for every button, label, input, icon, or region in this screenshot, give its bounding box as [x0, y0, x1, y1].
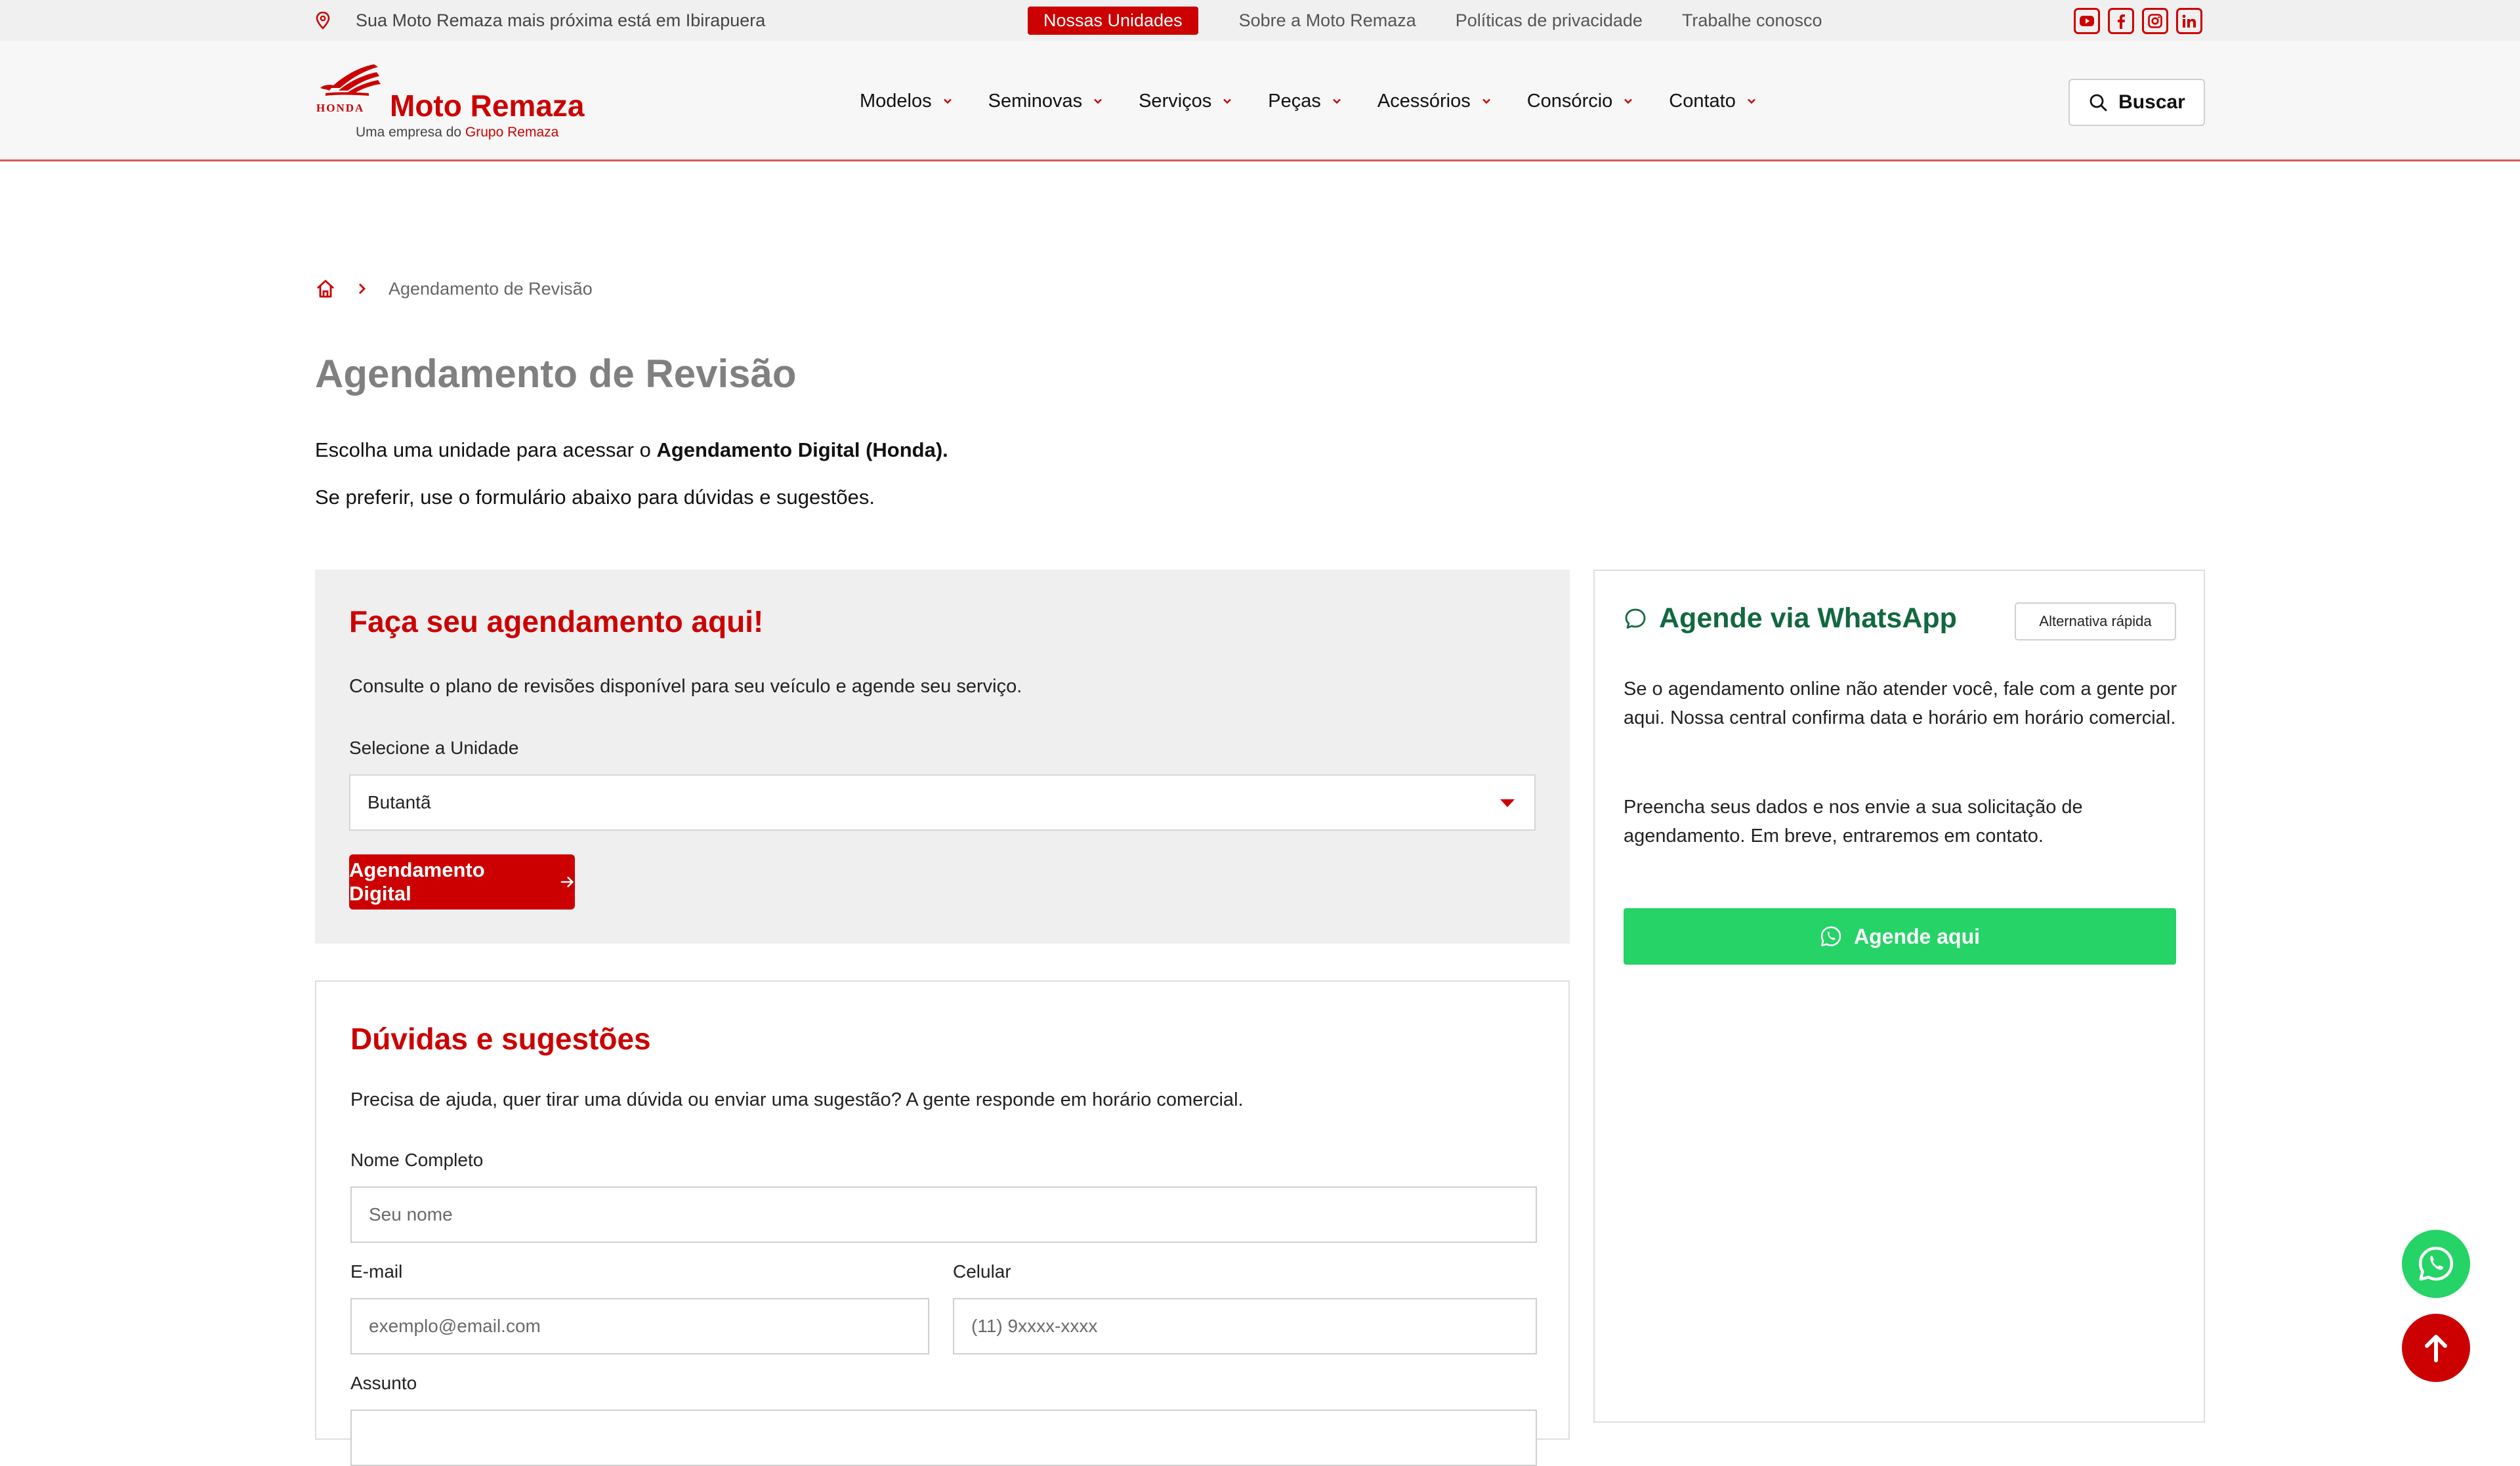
top-link-trabalhe[interactable]: Trabalhe conosco — [1682, 10, 1822, 31]
moto-remaza-logo[interactable]: HONDA Moto Remaza Uma empresa do Grupo R… — [314, 62, 584, 140]
intro-text: Escolha uma unidade para acessar o Agend… — [315, 438, 948, 462]
whatsapp-card-header: Agende via WhatsApp — [1624, 602, 1957, 635]
chevron-down-icon — [1333, 98, 1341, 104]
nav-label: Serviços — [1139, 90, 1212, 112]
email-label: E-mail — [350, 1261, 403, 1282]
page-title: Agendamento de Revisão — [315, 352, 797, 396]
schedule-card: Faça seu agendamento aqui! Consulte o pl… — [315, 570, 1570, 944]
nav-seminovas[interactable]: Seminovas — [988, 91, 1104, 112]
unit-select-label: Selecione a Unidade — [349, 738, 519, 758]
agendamento-digital-label: Agendamento Digital — [349, 858, 485, 905]
facebook-icon[interactable] — [2108, 8, 2134, 34]
social-links — [2074, 8, 2202, 34]
nav-label: Peças — [1268, 90, 1321, 112]
nav-consorcio[interactable]: Consórcio — [1527, 91, 1635, 112]
unit-select[interactable]: Butantã — [349, 774, 1536, 831]
youtube-icon[interactable] — [2074, 8, 2100, 34]
search-icon — [2090, 94, 2107, 112]
location-info: Sua Moto Remaza mais próxima está em Ibi… — [315, 0, 765, 41]
nav-modelos[interactable]: Modelos — [860, 91, 954, 112]
main-nav: Modelos Seminovas Serviços Peças Acessór… — [860, 41, 1792, 161]
nav-acessorios[interactable]: Acessórios — [1377, 91, 1493, 112]
schedule-description: Consulte o plano de revisões disponível … — [349, 676, 1022, 697]
whatsapp-card: Agende via WhatsApp Alternativa rápida S… — [1593, 570, 2205, 1423]
chat-bubble-icon — [1625, 608, 1646, 629]
linkedin-icon[interactable] — [2176, 8, 2202, 34]
chevron-down-icon — [1223, 98, 1232, 104]
top-bar: Sua Moto Remaza mais próxima está em Ibi… — [0, 0, 2520, 41]
contact-description: Precisa de ajuda, quer tirar uma dúvida … — [350, 1089, 1244, 1110]
nav-contato[interactable]: Contato — [1669, 91, 1758, 112]
alternativa-rapida-badge: Alternativa rápida — [2015, 602, 2176, 640]
agendamento-digital-button[interactable]: Agendamento Digital — [349, 854, 575, 910]
arrow-right-icon — [560, 876, 574, 888]
intro-bold: Agendamento Digital (Honda). — [656, 438, 948, 461]
nav-label: Consórcio — [1526, 90, 1613, 112]
whatsapp-paragraph-2: Preencha seus dados e nos envie a sua so… — [1624, 797, 2083, 847]
name-label: Nome Completo — [350, 1150, 484, 1170]
whatsapp-icon — [2418, 1246, 2454, 1281]
search-label: Buscar — [2118, 91, 2185, 113]
contact-title: Dúvidas e sugestões — [350, 1022, 651, 1056]
name-input[interactable] — [350, 1186, 1537, 1243]
chevron-down-icon — [943, 98, 952, 104]
chevron-down-icon — [1624, 98, 1633, 104]
floating-whatsapp-button[interactable] — [2402, 1230, 2470, 1298]
nav-label: Acessórios — [1377, 90, 1471, 112]
nav-servicos[interactable]: Serviços — [1139, 91, 1234, 112]
email-input[interactable] — [350, 1298, 929, 1354]
chevron-right-icon — [359, 283, 366, 294]
back-to-top-button[interactable] — [2402, 1314, 2470, 1382]
contact-form-card: Dúvidas e sugestões Precisa de ajuda, qu… — [315, 980, 1570, 1466]
brand-subtitle-prefix: Uma empresa do — [356, 125, 465, 140]
agende-aqui-label: Agende aqui — [1853, 924, 1980, 948]
whatsapp-card-title: Agende via WhatsApp — [1659, 602, 1957, 634]
subject-label: Assunto — [350, 1373, 417, 1393]
brand-subtitle-highlight: Grupo Remaza — [465, 125, 559, 140]
breadcrumb: Agendamento de Revisão — [315, 276, 593, 302]
top-link-privacidade[interactable]: Políticas de privacidade — [1456, 10, 1643, 31]
arrow-up-icon — [2425, 1335, 2447, 1362]
brand-name: Moto Remaza — [390, 89, 585, 123]
nav-label: Seminovas — [988, 90, 1083, 112]
home-icon[interactable] — [315, 278, 336, 299]
top-links: Nossas Unidades Sobre a Moto Remaza Polí… — [1028, 0, 1862, 41]
agende-aqui-button[interactable]: Agende aqui — [1624, 908, 2176, 965]
top-link-sobre[interactable]: Sobre a Moto Remaza — [1239, 10, 1416, 31]
location-text: Sua Moto Remaza mais próxima está em Ibi… — [356, 10, 766, 30]
honda-wing-logo: HONDA — [316, 64, 381, 114]
honda-wordmark: HONDA — [316, 102, 364, 114]
nav-label: Contato — [1669, 90, 1736, 112]
whatsapp-icon — [1820, 926, 1841, 946]
intro-prefix: Escolha uma unidade para acessar o — [315, 438, 657, 461]
chevron-down-icon — [1482, 98, 1490, 104]
whatsapp-paragraph-1: Se o agendamento online não atender você… — [1624, 679, 2177, 728]
phone-label: Celular — [953, 1261, 1011, 1282]
brand-subtitle: Uma empresa do Grupo Remaza — [356, 125, 558, 140]
nav-pecas[interactable]: Peças — [1268, 91, 1343, 112]
main-header: HONDA Moto Remaza Uma empresa do Grupo R… — [0, 41, 2520, 161]
phone-input[interactable] — [953, 1298, 1537, 1354]
breadcrumb-current: Agendamento de Revisão — [388, 278, 593, 299]
unit-select-value: Butantã — [368, 792, 431, 812]
caret-down-icon — [1500, 799, 1515, 807]
subject-input[interactable] — [350, 1410, 1537, 1466]
nav-label: Modelos — [860, 90, 932, 112]
instagram-icon[interactable] — [2142, 8, 2168, 34]
schedule-title: Faça seu agendamento aqui! — [349, 604, 764, 639]
location-pin-icon — [316, 11, 330, 30]
nossas-unidades-link[interactable]: Nossas Unidades — [1028, 6, 1198, 35]
chevron-down-icon — [1748, 98, 1755, 104]
intro-text-secondary: Se preferir, use o formulário abaixo par… — [315, 486, 875, 509]
chevron-down-icon — [1094, 98, 1102, 104]
search-button[interactable]: Buscar — [2068, 79, 2205, 126]
